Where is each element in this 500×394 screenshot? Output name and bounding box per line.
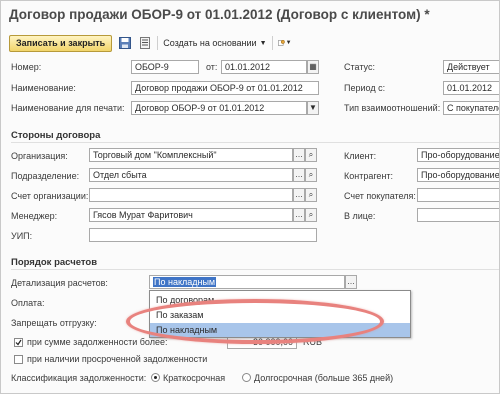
ellipsis-icon[interactable]: … [293, 168, 305, 182]
in-person-label: В лице: [344, 211, 376, 221]
calendar-icon[interactable]: ▦ [307, 60, 319, 74]
floppy-disk-icon[interactable] [118, 36, 132, 50]
number-field[interactable]: ОБОР-9 [131, 60, 199, 74]
organization-field[interactable]: Торговый дом "Комплексный" [89, 148, 293, 162]
organization-label: Организация: [11, 151, 68, 161]
counterparty-label: Контрагент: [344, 171, 394, 181]
department-field[interactable]: Отдел сбыта [89, 168, 293, 182]
print-name-label: Наименование для печати: [11, 103, 125, 113]
toolbar-separator [271, 36, 273, 50]
name-label: Наименование: [11, 83, 76, 93]
create-based-on-button[interactable]: Создать на основании ▼ [163, 38, 266, 48]
payment-label: Оплата: [11, 298, 45, 308]
short-term-label: Краткосрочная [163, 373, 226, 383]
open-magnifier-icon[interactable]: ⌕ [305, 208, 317, 222]
department-label: Подразделение: [11, 171, 80, 181]
status-field[interactable]: Действует [443, 60, 499, 74]
chevron-down-icon: ▼ [259, 39, 267, 47]
date-field[interactable]: 01.01.2012 [221, 60, 307, 74]
long-term-label: Долгосрочная (больше 365 дней) [254, 373, 394, 383]
debt-sum-checkbox[interactable] [14, 338, 23, 347]
in-person-field[interactable] [417, 208, 499, 222]
ellipsis-icon[interactable]: … [293, 148, 305, 162]
date-from-label: от: [206, 62, 218, 72]
open-magnifier-icon[interactable]: ⌕ [305, 188, 317, 202]
ellipsis-icon[interactable]: … [293, 188, 305, 202]
long-term-radio[interactable] [242, 373, 251, 382]
open-magnifier-icon[interactable]: ⌕ [305, 148, 317, 162]
overdue-label: при наличии просроченной задолженности [27, 354, 208, 364]
dropdown-arrow-icon[interactable]: ▼ [307, 101, 319, 115]
buyer-account-label: Счет покупателя: [344, 191, 416, 201]
status-label: Статус: [344, 62, 375, 72]
section-divider [11, 142, 499, 143]
tools-icon[interactable]: ▼ [277, 36, 292, 50]
ellipsis-icon[interactable]: … [293, 208, 305, 222]
settlements-section-title: Порядок расчетов [11, 257, 98, 268]
toolbar-separator [157, 36, 159, 50]
period-label: Период с: [344, 83, 386, 93]
manager-field[interactable]: Гясов Мурат Фаритович [89, 208, 293, 222]
create-based-on-label: Создать на основании [163, 38, 257, 48]
toolbar: Записать и закрыть Создать на основании … [9, 34, 292, 52]
relation-type-field[interactable]: С покупателем [443, 101, 499, 115]
document-list-icon[interactable] [138, 36, 152, 50]
window-title: Договор продажи ОБОР-9 от 01.01.2012 (До… [9, 7, 430, 22]
overdue-checkbox[interactable] [14, 355, 23, 364]
dropdown-option[interactable]: По договорам [150, 293, 410, 307]
dropdown-option-selected[interactable]: По накладным [150, 323, 410, 337]
client-label: Клиент: [344, 151, 377, 161]
print-name-field[interactable]: Договор ОБОР-9 от 01.01.2012 [131, 101, 307, 115]
client-field[interactable]: Про-оборудование [417, 148, 499, 162]
ellipsis-icon[interactable]: … [345, 275, 357, 289]
detail-dropdown-list: По договорам По заказам По накладным [149, 290, 411, 338]
detail-field[interactable]: По накладным [149, 275, 345, 289]
save-and-close-button[interactable]: Записать и закрыть [9, 34, 113, 52]
open-magnifier-icon[interactable]: ⌕ [305, 168, 317, 182]
section-divider [11, 269, 499, 270]
detail-selected-value: По накладным [153, 277, 217, 287]
period-field[interactable]: 01.01.2012 [443, 81, 499, 95]
parties-section-title: Стороны договора [11, 130, 101, 141]
buyer-account-field[interactable] [417, 188, 499, 202]
relation-type-label: Тип взаимоотношений: [344, 103, 441, 113]
name-field[interactable]: Договор продажи ОБОР-9 от 01.01.2012 [131, 81, 319, 95]
short-term-radio[interactable] [151, 373, 160, 382]
uip-label: УИП: [11, 231, 33, 241]
manager-label: Менеджер: [11, 211, 58, 221]
debt-sum-label: при сумме задолженности более: [27, 337, 168, 347]
counterparty-field[interactable]: Про-оборудование [417, 168, 499, 182]
chevron-down-icon: ▼ [285, 40, 292, 46]
document-window: Договор продажи ОБОР-9 от 01.01.2012 (До… [0, 0, 500, 394]
uip-field[interactable] [89, 228, 317, 242]
currency-label: RUB [303, 337, 323, 347]
dropdown-option[interactable]: По заказам [150, 308, 410, 322]
number-label: Номер: [11, 62, 42, 72]
detail-label: Детализация расчетов: [11, 278, 108, 288]
forbid-shipment-label: Запрещать отгрузку: [11, 318, 97, 328]
org-account-label: Счет организации: [11, 191, 89, 201]
org-account-field[interactable] [89, 188, 293, 202]
classification-label: Классификация задолженности: [11, 373, 147, 383]
